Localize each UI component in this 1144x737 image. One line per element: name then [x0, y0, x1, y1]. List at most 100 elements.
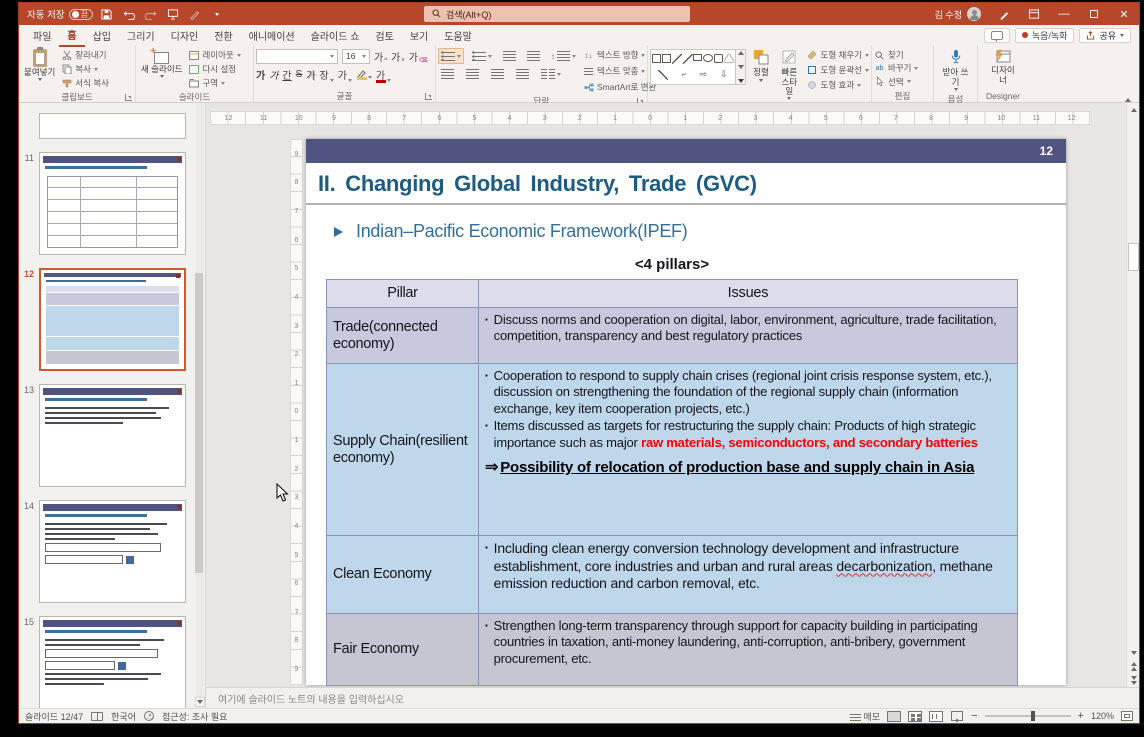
bullets-button[interactable]	[438, 48, 464, 64]
increase-indent-button[interactable]	[524, 48, 543, 64]
slide-thumbnail-11[interactable]: 11	[19, 152, 205, 255]
font-size-select[interactable]: 16	[342, 49, 370, 64]
text-direction-button[interactable]: ↕↓텍스트 방향	[583, 49, 656, 61]
font-color-button[interactable]: 가	[376, 67, 391, 82]
align-center-button[interactable]	[463, 66, 482, 82]
laser-pen-icon[interactable]	[187, 6, 203, 22]
shapes-scroll-down-icon[interactable]	[738, 65, 744, 69]
canvas-scrollbar[interactable]	[1126, 103, 1139, 687]
shape-effects-button[interactable]: 도형 효과	[807, 79, 869, 91]
dictate-button[interactable]: 받아 쓰기	[936, 47, 975, 93]
ribbon-display-options-icon[interactable]	[1019, 3, 1049, 25]
align-right-button[interactable]	[488, 66, 507, 82]
line-spacing-button[interactable]: ↕	[548, 48, 579, 64]
quick-access-customize-icon[interactable]	[209, 6, 225, 22]
shapes-more-icon[interactable]	[738, 79, 744, 83]
ink-pen-icon[interactable]	[989, 3, 1019, 25]
underline-button[interactable]: 간	[282, 67, 291, 82]
select-button[interactable]: 선택	[874, 76, 931, 88]
font-dialog-launcher-icon[interactable]	[425, 93, 432, 100]
slide-title[interactable]: II. Changing Global Industry, Trade (GVC…	[306, 163, 1066, 205]
zoom-in-button[interactable]: +	[1078, 710, 1084, 722]
tab-애니메이션[interactable]: 애니메이션	[241, 25, 303, 46]
format-painter-button[interactable]: 서식 복사	[61, 77, 109, 89]
scroll-down-icon[interactable]	[1127, 646, 1139, 659]
align-text-button[interactable]: 텍스트 맞춤	[583, 65, 656, 77]
save-icon[interactable]	[99, 6, 115, 22]
comments-button[interactable]	[984, 28, 1010, 43]
shapes-scroll-up-icon[interactable]	[738, 51, 744, 55]
issues-cell[interactable]: ▪Discuss norms and cooperation on digita…	[479, 308, 1018, 364]
slide-sorter-view-button[interactable]	[908, 711, 922, 722]
align-left-button[interactable]	[438, 66, 457, 82]
designer-button[interactable]: 디자이너	[983, 47, 1023, 87]
decrease-indent-button[interactable]	[500, 48, 519, 64]
cut-button[interactable]: 잘라내기	[61, 49, 109, 61]
quick-styles-button[interactable]: 빠른 스타일	[776, 47, 803, 102]
font-name-select[interactable]	[256, 49, 338, 64]
tab-검토[interactable]: 검토	[367, 25, 401, 46]
slide-thumbnail-partial[interactable]	[19, 113, 205, 139]
horizontal-ruler[interactable]: 1211109876543210123456789101112	[210, 111, 1090, 125]
slide-thumbnail-15[interactable]: 15	[19, 616, 205, 708]
slide-thumbnail-14[interactable]: 14	[19, 500, 205, 603]
clipboard-dialog-launcher-icon[interactable]	[125, 94, 132, 101]
present-from-start-icon[interactable]	[165, 6, 181, 22]
spell-check-icon[interactable]	[91, 712, 103, 721]
copy-button[interactable]: 복사	[61, 63, 109, 75]
record-button[interactable]: 녹음/녹화	[1015, 28, 1075, 43]
zoom-out-button[interactable]: −	[971, 710, 977, 722]
justify-button[interactable]	[513, 66, 532, 82]
thumbnail-scroll-down-icon[interactable]	[195, 697, 205, 707]
previous-slide-icon[interactable]	[1127, 660, 1139, 673]
paste-button[interactable]: 붙여넣기	[21, 47, 58, 83]
numbering-button[interactable]	[469, 48, 495, 64]
language-button[interactable]: 한국어	[111, 710, 136, 723]
shapes-gallery[interactable]: ⌐⇨⇩	[650, 49, 736, 85]
issues-cell[interactable]: ▪Cooperation to respond to supply chain …	[479, 364, 1018, 536]
slide-thumbnail-13[interactable]: 13	[19, 384, 205, 487]
vertical-ruler[interactable]: 9876543210123456789	[290, 139, 303, 685]
slide-thumbnail-12[interactable]: 12	[19, 268, 205, 371]
notes-pane[interactable]: 여기에 슬라이드 노트의 내용을 입력하십시오	[206, 687, 1139, 708]
grow-font-button[interactable]: 가^	[374, 49, 387, 64]
normal-view-button[interactable]	[887, 711, 901, 722]
account-button[interactable]: 김 수정	[927, 7, 989, 21]
slide-header-bar[interactable]: 12	[306, 139, 1066, 163]
italic-button[interactable]: 가	[269, 67, 278, 82]
scrollbar-thumb[interactable]	[1128, 243, 1139, 271]
zoom-slider-knob[interactable]	[1031, 711, 1035, 721]
replace-button[interactable]: ab바꾸기	[874, 62, 931, 74]
tab-디자인[interactable]: 디자인	[163, 25, 207, 46]
clear-formatting-button[interactable]: 가⌫	[409, 49, 428, 64]
tab-도움말[interactable]: 도움말	[436, 25, 480, 46]
share-button[interactable]: 공유	[1079, 28, 1131, 43]
reset-button[interactable]: 다시 설정	[188, 63, 240, 75]
arrange-button[interactable]: 정렬	[750, 47, 772, 84]
reading-view-button[interactable]	[929, 711, 943, 722]
shape-outline-button[interactable]: 도형 윤곽선	[807, 64, 869, 76]
maximize-button[interactable]	[1079, 3, 1109, 25]
tab-홈[interactable]: 홈	[59, 24, 84, 47]
next-slide-icon[interactable]	[1127, 674, 1139, 687]
search-input[interactable]: 검색(Alt+Q)	[424, 6, 690, 22]
issues-cell[interactable]: ▪Strengthen long-term transparency throu…	[479, 614, 1018, 686]
section-button[interactable]: 구역	[188, 77, 240, 89]
table-header-issues[interactable]: Issues	[479, 280, 1018, 308]
notes-toggle-button[interactable]: 메모	[850, 710, 881, 723]
tab-삽입[interactable]: 삽입	[85, 25, 119, 46]
text-shadow-button[interactable]: 가	[306, 67, 315, 82]
tab-전환[interactable]: 전환	[206, 25, 240, 46]
character-spacing-button[interactable]: 장	[319, 67, 333, 82]
minimize-button[interactable]: —	[1049, 3, 1079, 25]
accessibility-status[interactable]: 접근성: 조사 필요	[162, 710, 227, 723]
pillar-cell[interactable]: Trade(connected economy)	[327, 308, 479, 364]
shrink-font-button[interactable]: 가˅	[391, 49, 405, 64]
shape-fill-button[interactable]: 도형 채우기	[807, 49, 869, 61]
close-button[interactable]: ✕	[1109, 3, 1139, 25]
change-case-button[interactable]: 가	[338, 67, 352, 82]
issues-cell[interactable]: ▪Including clean energy conversion techn…	[479, 536, 1018, 614]
columns-button[interactable]	[538, 66, 564, 82]
tab-보기[interactable]: 보기	[402, 25, 436, 46]
find-button[interactable]: 찾기	[874, 49, 931, 61]
